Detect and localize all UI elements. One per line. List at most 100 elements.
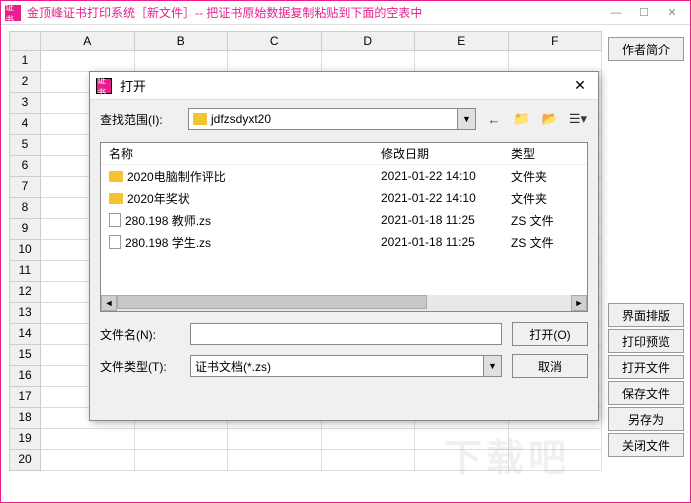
preview-button[interactable]: 打印预览 [608, 329, 684, 353]
list-item[interactable]: 280.198 学生.zs2021-01-18 11:25ZS 文件 [101, 231, 587, 253]
up-folder-icon[interactable]: 📁 [512, 109, 532, 129]
chevron-down-icon[interactable]: ▼ [457, 109, 475, 129]
folder-icon [109, 193, 123, 204]
row-header[interactable]: 12 [9, 282, 41, 303]
header-date[interactable]: 修改日期 [381, 145, 511, 162]
grid-row: 20 [9, 450, 602, 471]
cell[interactable] [228, 450, 322, 471]
open-button[interactable]: 打开(O) [512, 322, 588, 346]
cell[interactable] [509, 450, 603, 471]
file-name: 2020电脑制作评比 [127, 168, 226, 185]
save-as-button[interactable]: 另存为 [608, 407, 684, 431]
dialog-close-button[interactable]: ✕ [568, 76, 592, 96]
chevron-down-icon[interactable]: ▼ [483, 356, 501, 376]
scroll-track[interactable] [117, 295, 571, 311]
view-menu-icon[interactable]: ☰▾ [568, 109, 588, 129]
close-file-button[interactable]: 关闭文件 [608, 433, 684, 457]
col-header-c[interactable]: C [228, 31, 322, 51]
cell[interactable] [322, 450, 416, 471]
row-header[interactable]: 15 [9, 345, 41, 366]
file-list[interactable]: 名称 修改日期 类型 2020电脑制作评比2021-01-22 14:10文件夹… [100, 142, 588, 312]
layout-button[interactable]: 界面排版 [608, 303, 684, 327]
cell[interactable] [41, 429, 135, 450]
cell[interactable] [509, 51, 603, 72]
col-header-f[interactable]: F [509, 31, 603, 51]
scroll-thumb[interactable] [117, 295, 427, 309]
row-header[interactable]: 9 [9, 219, 41, 240]
row-header[interactable]: 1 [9, 51, 41, 72]
cell[interactable] [135, 450, 229, 471]
col-header-a[interactable]: A [41, 31, 135, 51]
col-header-d[interactable]: D [322, 31, 416, 51]
row-header[interactable]: 20 [9, 450, 41, 471]
cell[interactable] [322, 51, 416, 72]
new-folder-icon[interactable]: 📂 [540, 109, 560, 129]
filename-label: 文件名(N): [100, 326, 180, 343]
row-header[interactable]: 7 [9, 177, 41, 198]
open-file-button[interactable]: 打开文件 [608, 355, 684, 379]
row-header[interactable]: 4 [9, 114, 41, 135]
filetype-value: 证书文档(*.zs) [195, 358, 271, 375]
lookin-row: 查找范围(I): jdfzsdyxt20 ▼ ← 📁 📂 ☰▾ [90, 100, 598, 138]
cell[interactable] [135, 51, 229, 72]
filetype-combo[interactable]: 证书文档(*.zs) ▼ [190, 355, 502, 377]
header-name[interactable]: 名称 [101, 145, 381, 162]
list-item[interactable]: 2020电脑制作评比2021-01-22 14:10文件夹 [101, 165, 587, 187]
row-header[interactable]: 18 [9, 408, 41, 429]
file-name: 280.198 学生.zs [125, 234, 211, 251]
file-type: ZS 文件 [511, 212, 587, 229]
grid-row: 19 [9, 429, 602, 450]
filename-input[interactable] [190, 323, 502, 345]
file-type: 文件夹 [511, 190, 587, 207]
row-header[interactable]: 17 [9, 387, 41, 408]
file-type: ZS 文件 [511, 234, 587, 251]
cell[interactable] [41, 51, 135, 72]
list-item[interactable]: 280.198 教师.zs2021-01-18 11:25ZS 文件 [101, 209, 587, 231]
file-list-header: 名称 修改日期 类型 [101, 143, 587, 165]
row-header[interactable]: 14 [9, 324, 41, 345]
row-header[interactable]: 6 [9, 156, 41, 177]
save-file-button[interactable]: 保存文件 [608, 381, 684, 405]
cell[interactable] [415, 429, 509, 450]
col-header-b[interactable]: B [135, 31, 229, 51]
back-icon[interactable]: ← [484, 109, 504, 129]
cell[interactable] [228, 51, 322, 72]
cell[interactable] [415, 450, 509, 471]
lookin-label: 查找范围(I): [100, 111, 180, 128]
row-header[interactable]: 13 [9, 303, 41, 324]
minimize-button[interactable]: — [602, 4, 630, 22]
corner-cell[interactable] [9, 31, 41, 51]
maximize-button[interactable]: ☐ [630, 4, 658, 22]
filetype-label: 文件类型(T): [100, 358, 180, 375]
author-button[interactable]: 作者简介 [608, 37, 684, 61]
cell[interactable] [228, 429, 322, 450]
column-headers: A B C D E F [9, 31, 602, 51]
cell[interactable] [322, 429, 416, 450]
file-date: 2021-01-18 11:25 [381, 213, 511, 227]
row-header[interactable]: 2 [9, 72, 41, 93]
scroll-left-icon[interactable]: ◄ [101, 295, 117, 311]
header-type[interactable]: 类型 [511, 145, 587, 162]
lookin-combo[interactable]: jdfzsdyxt20 ▼ [188, 108, 476, 130]
app-icon: 证书 [5, 5, 21, 21]
dialog-icon: 证书 [96, 78, 112, 94]
main-window: 证书 金顶峰证书打印系统［新文件］-- 把证书原始数据复制粘贴到下面的空表中 —… [0, 0, 691, 503]
scroll-right-icon[interactable]: ► [571, 295, 587, 311]
cancel-button[interactable]: 取消 [512, 354, 588, 378]
row-header[interactable]: 19 [9, 429, 41, 450]
cell[interactable] [509, 429, 603, 450]
row-header[interactable]: 10 [9, 240, 41, 261]
row-header[interactable]: 16 [9, 366, 41, 387]
list-item[interactable]: 2020年奖状2021-01-22 14:10文件夹 [101, 187, 587, 209]
row-header[interactable]: 3 [9, 93, 41, 114]
col-header-e[interactable]: E [415, 31, 509, 51]
dialog-bottom: 文件名(N): 打开(O) 文件类型(T): 证书文档(*.zs) ▼ 取消 [90, 316, 598, 392]
row-header[interactable]: 5 [9, 135, 41, 156]
row-header[interactable]: 8 [9, 198, 41, 219]
cell[interactable] [415, 51, 509, 72]
cell[interactable] [41, 450, 135, 471]
horizontal-scrollbar[interactable]: ◄ ► [101, 295, 587, 311]
cell[interactable] [135, 429, 229, 450]
row-header[interactable]: 11 [9, 261, 41, 282]
close-button[interactable]: ✕ [658, 4, 686, 22]
